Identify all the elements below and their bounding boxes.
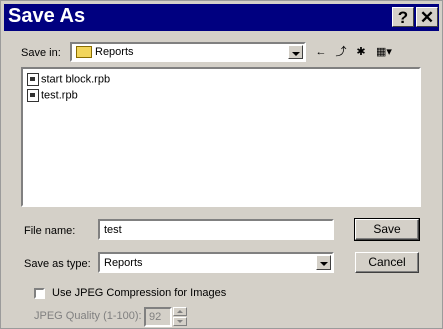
save-button[interactable]: Save [354,218,420,241]
save-as-type-select[interactable]: Reports [98,252,334,273]
back-icon[interactable]: ← [312,44,330,60]
file-name-input[interactable]: test [98,219,334,240]
save-as-dialog: Save As ? ✕ Save in: Reports ← ⤴ ✱ ▦▾ st… [0,0,443,329]
save-in-label: Save in: [21,47,61,59]
file-name: test.rpb [41,89,78,102]
file-icon [27,73,39,86]
save-in-combo[interactable]: Reports [70,42,306,62]
file-list[interactable]: start block.rpb test.rpb [21,67,421,207]
list-item[interactable]: test.rpb [27,89,78,103]
jpeg-quality-stepper[interactable]: 92 [144,307,188,327]
save-in-value: Reports [95,46,134,58]
close-button[interactable]: ✕ [416,7,438,27]
save-as-type-value: Reports [104,257,143,269]
jpeg-compression-checkbox[interactable] [34,288,45,299]
up-folder-icon[interactable]: ⤴ [332,44,350,60]
cancel-button[interactable]: Cancel [355,252,419,273]
chevron-down-icon[interactable] [316,255,331,270]
chevron-down-icon[interactable] [288,45,303,59]
list-item[interactable]: start block.rpb [27,73,110,87]
spin-down-icon[interactable] [173,317,187,326]
title-bar[interactable]: Save As ? ✕ [4,4,439,31]
jpeg-compression-label: Use JPEG Compression for Images [52,287,227,299]
spin-up-icon[interactable] [173,307,187,316]
file-name: start block.rpb [41,73,111,86]
file-icon [27,89,39,102]
view-menu-icon[interactable]: ▦▾ [372,44,396,60]
save-as-type-label: Save as type: [24,258,91,270]
jpeg-quality-label: JPEG Quality (1-100): [34,310,142,322]
new-folder-icon[interactable]: ✱ [352,44,370,60]
file-name-value: test [104,224,122,236]
jpeg-quality-value[interactable]: 92 [144,307,172,327]
window-title: Save As [8,5,86,27]
folder-icon [76,46,92,59]
help-button[interactable]: ? [392,7,414,27]
file-name-label: File name: [24,225,76,237]
